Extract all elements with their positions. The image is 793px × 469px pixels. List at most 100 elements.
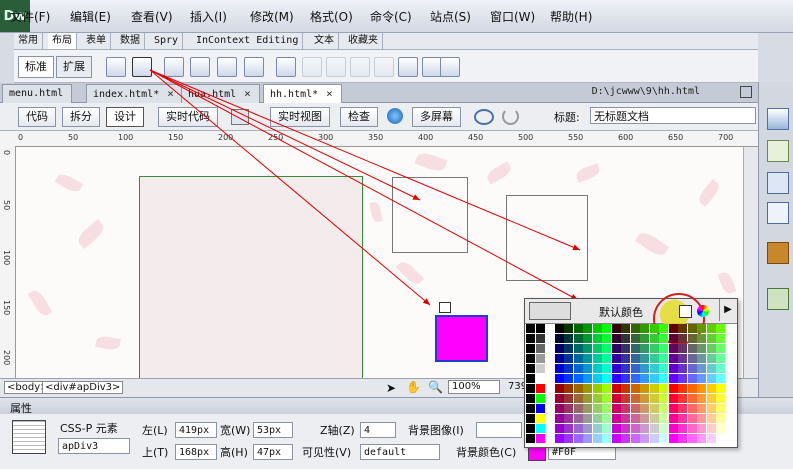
color-swatch[interactable] xyxy=(554,424,564,433)
color-swatch[interactable] xyxy=(630,374,640,383)
color-swatch[interactable] xyxy=(697,414,706,423)
color-swatch[interactable] xyxy=(716,334,725,343)
color-swatch[interactable] xyxy=(678,404,687,413)
color-swatch[interactable] xyxy=(564,354,573,363)
color-swatch[interactable] xyxy=(602,334,611,343)
color-swatch[interactable] xyxy=(716,404,725,413)
color-swatch[interactable] xyxy=(659,334,668,343)
color-swatch[interactable] xyxy=(611,344,621,353)
color-swatch[interactable] xyxy=(554,384,564,393)
color-swatch[interactable] xyxy=(573,364,583,373)
css-styles-icon[interactable] xyxy=(767,108,789,130)
color-swatch[interactable] xyxy=(592,404,602,413)
color-swatch[interactable] xyxy=(678,374,687,383)
color-swatch[interactable] xyxy=(640,334,649,343)
color-swatch[interactable] xyxy=(592,334,602,343)
color-swatch[interactable] xyxy=(668,354,678,363)
color-swatch[interactable] xyxy=(678,434,687,443)
color-swatch[interactable] xyxy=(706,394,716,403)
color-swatch[interactable] xyxy=(573,324,583,333)
color-swatch[interactable] xyxy=(583,334,592,343)
color-swatch[interactable] xyxy=(716,384,725,393)
color-swatch[interactable] xyxy=(554,404,564,413)
color-swatch[interactable] xyxy=(640,344,649,353)
color-swatch[interactable] xyxy=(583,404,592,413)
color-swatch[interactable] xyxy=(640,404,649,413)
zoom-select[interactable]: 100% xyxy=(448,380,500,394)
color-swatch[interactable] xyxy=(640,434,649,443)
color-swatch[interactable] xyxy=(621,324,630,333)
color-swatch[interactable] xyxy=(668,364,678,373)
color-swatch[interactable] xyxy=(697,424,706,433)
color-swatch[interactable] xyxy=(564,344,573,353)
color-swatch[interactable] xyxy=(649,394,659,403)
color-swatch[interactable] xyxy=(573,344,583,353)
color-swatch[interactable] xyxy=(526,324,535,333)
color-swatch[interactable] xyxy=(611,404,621,413)
color-swatch[interactable] xyxy=(583,344,592,353)
color-swatch[interactable] xyxy=(640,414,649,423)
color-swatch[interactable] xyxy=(668,374,678,383)
color-swatch[interactable] xyxy=(535,434,545,443)
color-swatch[interactable] xyxy=(659,424,668,433)
color-swatch[interactable] xyxy=(554,324,564,333)
color-swatch[interactable] xyxy=(649,434,659,443)
color-swatch[interactable] xyxy=(706,334,716,343)
color-swatch[interactable] xyxy=(678,354,687,363)
color-swatch[interactable] xyxy=(649,384,659,393)
color-swatch[interactable] xyxy=(583,324,592,333)
color-swatch[interactable] xyxy=(592,434,602,443)
color-swatch[interactable] xyxy=(706,354,716,363)
tag-inspector-icon[interactable] xyxy=(767,288,789,310)
tag-selector-div[interactable]: <div#apDiv3> xyxy=(42,381,124,394)
color-swatch[interactable] xyxy=(526,374,535,383)
color-swatch[interactable] xyxy=(564,414,573,423)
color-swatch[interactable] xyxy=(678,414,687,423)
width-input[interactable]: 53px xyxy=(253,422,293,438)
color-swatch[interactable] xyxy=(554,334,564,343)
bg-image-input[interactable] xyxy=(476,422,522,438)
color-swatch[interactable] xyxy=(706,424,716,433)
color-swatch[interactable] xyxy=(621,384,630,393)
color-swatch[interactable] xyxy=(592,414,602,423)
color-swatch[interactable] xyxy=(659,374,668,383)
color-swatch[interactable] xyxy=(640,384,649,393)
color-swatch[interactable] xyxy=(583,424,592,433)
color-swatch[interactable] xyxy=(716,424,725,433)
color-swatch[interactable] xyxy=(535,334,545,343)
color-swatch[interactable] xyxy=(716,364,725,373)
color-swatch[interactable] xyxy=(611,424,621,433)
color-swatch[interactable] xyxy=(583,434,592,443)
left-input[interactable]: 419px xyxy=(175,422,217,438)
color-swatch[interactable] xyxy=(630,334,640,343)
color-swatch[interactable] xyxy=(697,364,706,373)
color-swatch[interactable] xyxy=(630,394,640,403)
color-swatch[interactable] xyxy=(687,414,697,423)
color-swatch[interactable] xyxy=(592,374,602,383)
color-swatch[interactable] xyxy=(583,414,592,423)
color-swatch[interactable] xyxy=(706,404,716,413)
color-swatch[interactable] xyxy=(621,364,630,373)
color-swatch[interactable] xyxy=(687,394,697,403)
color-swatch[interactable] xyxy=(573,374,583,383)
color-swatch[interactable] xyxy=(611,384,621,393)
color-wheel-icon[interactable] xyxy=(697,305,709,317)
visibility-select[interactable]: default xyxy=(360,444,440,460)
color-swatch[interactable] xyxy=(602,404,611,413)
color-swatch[interactable] xyxy=(602,344,611,353)
color-swatch[interactable] xyxy=(659,434,668,443)
color-swatch[interactable] xyxy=(706,434,716,443)
color-swatch[interactable] xyxy=(687,364,697,373)
color-swatch[interactable] xyxy=(611,364,621,373)
color-swatch[interactable] xyxy=(535,354,545,363)
color-swatch[interactable] xyxy=(697,404,706,413)
color-swatch[interactable] xyxy=(716,414,725,423)
color-swatch[interactable] xyxy=(526,394,535,403)
color-swatch[interactable] xyxy=(659,414,668,423)
color-swatch[interactable] xyxy=(621,424,630,433)
color-swatch[interactable] xyxy=(668,334,678,343)
color-swatch[interactable] xyxy=(621,354,630,363)
color-swatch[interactable] xyxy=(564,424,573,433)
color-swatch[interactable] xyxy=(564,374,573,383)
color-swatch[interactable] xyxy=(583,394,592,403)
